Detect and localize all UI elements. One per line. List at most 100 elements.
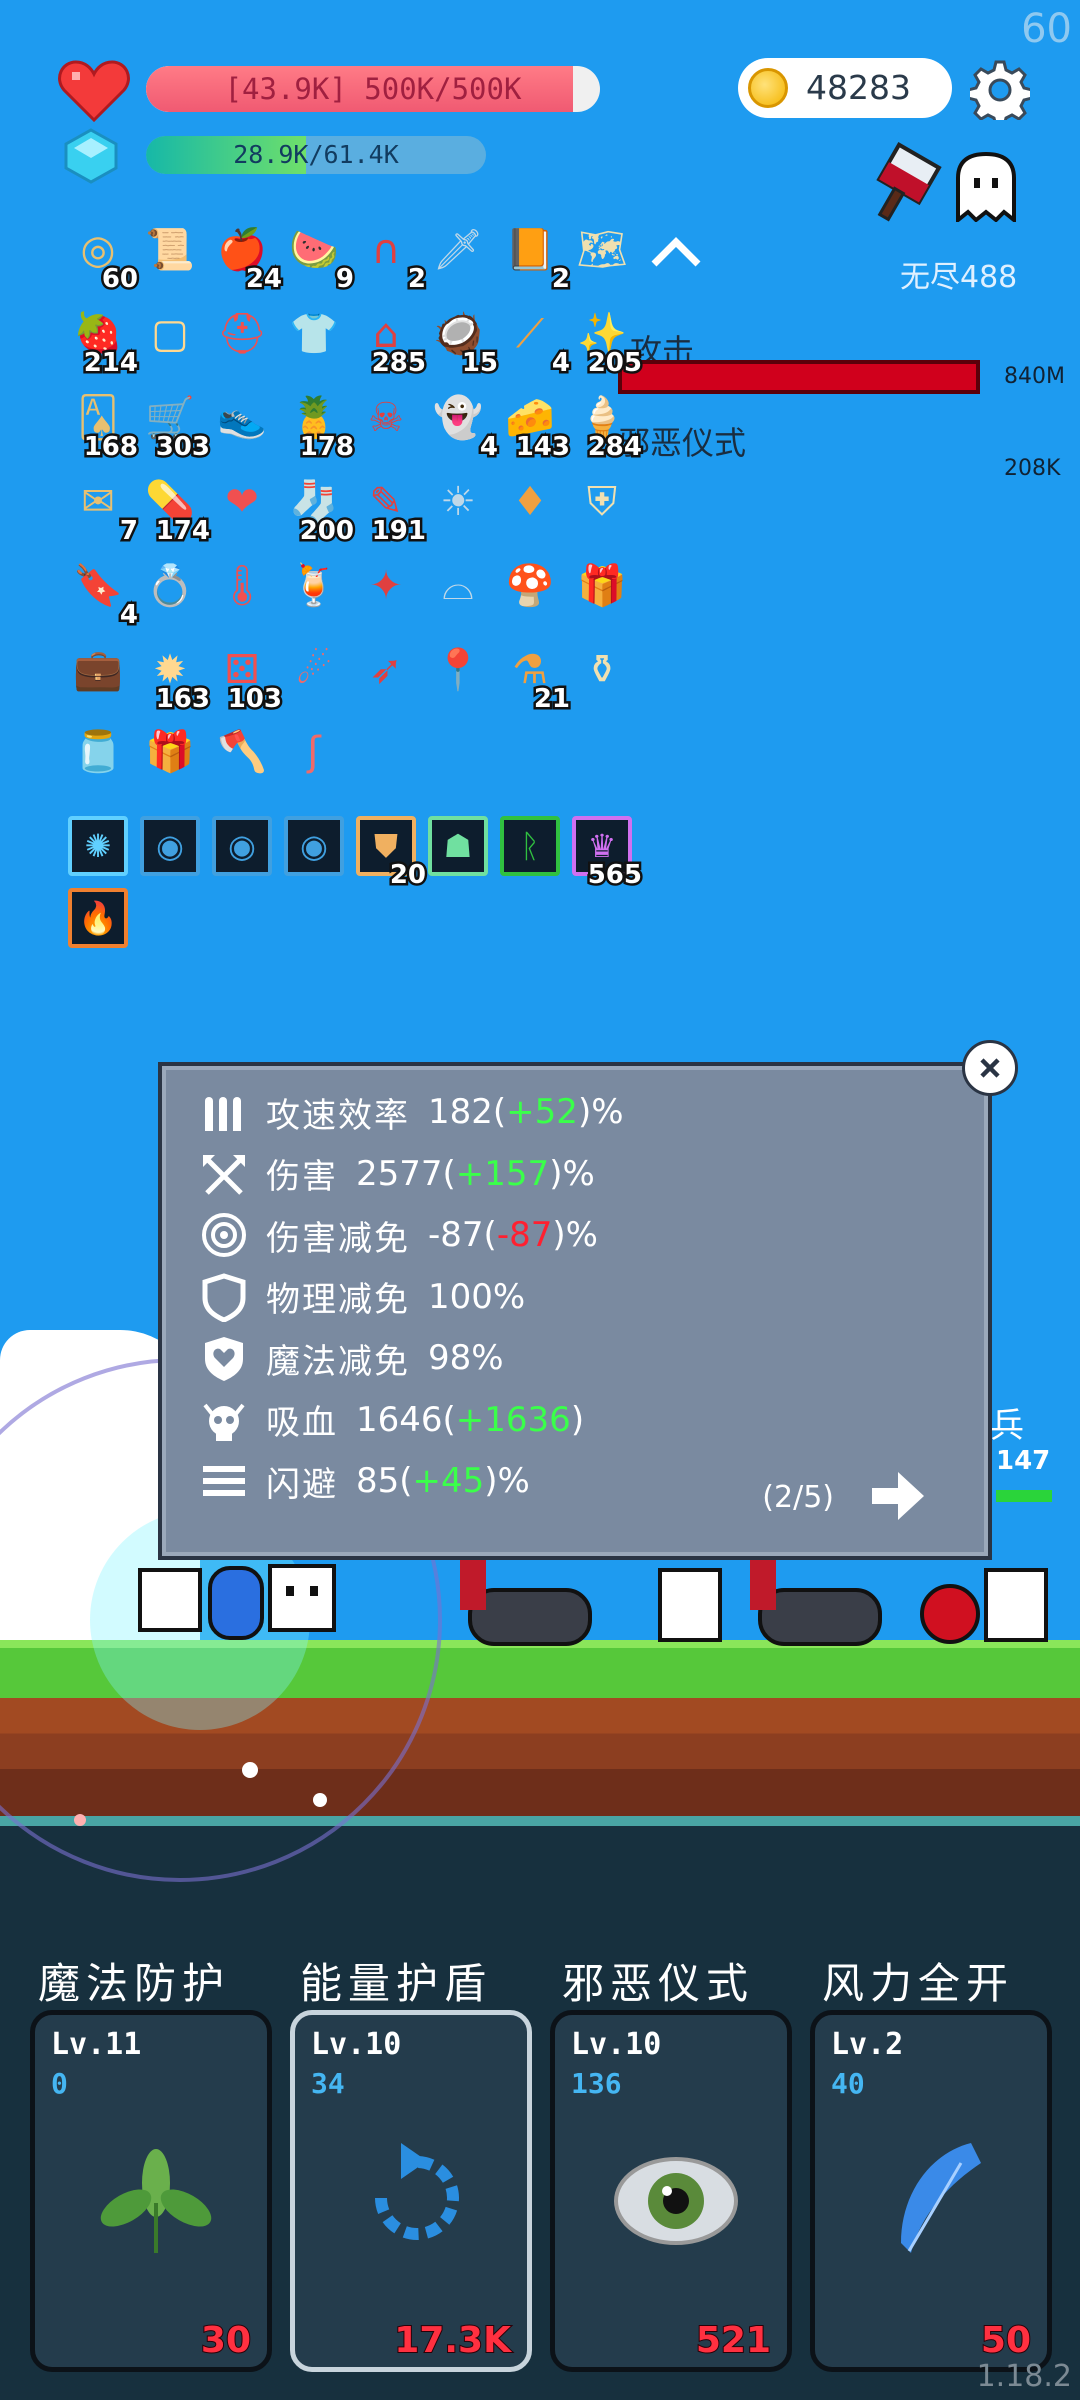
buff-slot[interactable]: ⛊ 20 (352, 812, 429, 893)
light-buff-icon: ✺ (68, 816, 128, 876)
inventory-item[interactable]: 🎁 (136, 718, 204, 786)
cleaver-weapon-icon[interactable] (862, 142, 944, 226)
thermometer-icon: 🌡 (216, 563, 268, 609)
inventory-item[interactable]: 🍓 214 (64, 300, 140, 381)
close-panel-icon[interactable] (962, 1040, 1018, 1096)
buff-slot[interactable]: ᚱ (496, 812, 564, 880)
player-heroes (138, 1564, 336, 1640)
jam-jar-icon: 🫙 (73, 729, 123, 775)
buff-slot[interactable]: ◉ (136, 812, 204, 880)
inventory-item[interactable]: 🍎 24 (208, 216, 284, 297)
skill-cost: 0 (51, 2067, 68, 2100)
treasure-map-icon: 🗺 (576, 227, 628, 273)
inventory-item[interactable]: 🔖 4 (64, 552, 140, 633)
inventory-item[interactable]: 👕 (280, 300, 348, 368)
endless-wave-label: 无尽488 (900, 260, 1018, 295)
skill-card[interactable]: Lv.10 34 17.3K (290, 2010, 532, 2372)
buff-slot[interactable]: ◉ (208, 812, 276, 880)
buff-slot[interactable]: ◉ (280, 812, 348, 880)
location-pin-icon: 📍 (433, 647, 483, 693)
inventory-item[interactable]: ☀ (424, 468, 492, 536)
inventory-item[interactable]: ✉ 7 (64, 468, 140, 549)
inventory-item[interactable]: ⚱ (568, 636, 636, 704)
inventory-item[interactable]: 🗡 (424, 216, 492, 284)
buff-slot[interactable]: 🔥 (64, 884, 132, 952)
boss-health-bar (618, 360, 980, 394)
inventory-item[interactable]: 🫙 (64, 718, 132, 786)
inventory-item[interactable]: ⟋ 4 (496, 300, 573, 381)
eye-icon (614, 2157, 738, 2245)
inventory-item[interactable]: ⌓ (424, 552, 492, 620)
inventory-item[interactable]: 💍 (136, 552, 204, 620)
inventory-item[interactable]: 📍 (424, 636, 492, 704)
inventory-item[interactable]: ∩ 2 (352, 216, 428, 297)
inventory-item[interactable]: ✎ 191 (352, 468, 428, 549)
inventory-item[interactable]: 🧀 143 (496, 384, 572, 465)
present-icon: 🎁 (145, 729, 195, 775)
inventory-item[interactable]: 🌡 (208, 552, 276, 620)
stat-row: 伤害 2577(+157)% (198, 1146, 595, 1202)
inventory-item[interactable]: 🥥 15 (424, 300, 500, 381)
inventory-item[interactable]: 🍍 178 (280, 384, 356, 465)
inventory-item[interactable]: 🗺 (568, 216, 636, 284)
buff-slot[interactable]: ☗ (424, 812, 492, 880)
inventory-item[interactable]: 💼 (64, 636, 132, 704)
inventory-item[interactable]: 🍉 9 (280, 216, 356, 297)
inventory-item[interactable]: 👻 4 (424, 384, 500, 465)
inventory-item[interactable]: ✹ 163 (136, 636, 212, 717)
mana-gem-icon (64, 128, 118, 184)
inventory-item[interactable]: ➶ (352, 636, 420, 704)
mushroom-icon: 🍄 (505, 563, 555, 609)
inventory-item[interactable]: 🪓 (208, 718, 276, 786)
item-count: 15 (459, 346, 500, 381)
inventory-item[interactable]: 🍹 (280, 552, 348, 620)
inventory-item[interactable]: 📙 2 (496, 216, 572, 297)
inventory-item[interactable]: 🧦 200 (280, 468, 356, 549)
inventory-item[interactable]: 🍄 (496, 552, 564, 620)
inventory-item[interactable]: ʃ (280, 718, 348, 786)
skill-cost: 136 (571, 2067, 622, 2100)
inventory-item[interactable]: 👟 (208, 384, 276, 452)
inventory-item[interactable]: 🎁 (568, 552, 636, 620)
inventory-item[interactable]: ⌂ 285 (352, 300, 428, 381)
inventory-item[interactable]: ♦ (496, 468, 564, 536)
stat-label: 闪避 (266, 1464, 338, 1505)
inventory-item[interactable]: 🛒 303 (136, 384, 212, 465)
inventory-item[interactable]: 🍦 284 (568, 384, 644, 465)
skill-card[interactable]: Lv.2 40 50 (810, 2010, 1052, 2372)
mana-text: 28.9K/61.4K (233, 140, 399, 169)
inventory-item[interactable]: ▢ (136, 300, 204, 368)
inventory-item[interactable]: ⛑ (208, 300, 276, 368)
inventory-item[interactable]: ⚄ 103 (208, 636, 285, 717)
inventory-item[interactable]: ⛨ (568, 468, 636, 536)
skill-name: 能量护盾 (300, 1959, 493, 2008)
next-page-arrow-icon[interactable] (868, 1468, 928, 1524)
inventory-item[interactable]: 💊 174 (136, 468, 212, 549)
collapse-caret-icon[interactable] (648, 232, 704, 272)
skill-card[interactable]: Lv.10 136 521 (550, 2010, 792, 2372)
inventory-item[interactable]: ☠ (352, 384, 420, 452)
inventory-item[interactable]: 🂡 168 (64, 384, 141, 465)
buff-slot[interactable]: ♛ 565 (568, 812, 645, 893)
item-count: 285 (369, 346, 428, 381)
inventory-item[interactable]: ◎ 60 (64, 216, 141, 297)
inventory-item[interactable]: 📜 (136, 216, 204, 284)
skill-cost: 40 (831, 2067, 865, 2100)
leaf-icon (100, 2149, 212, 2253)
coin-counter[interactable]: 48283 (738, 58, 952, 118)
fps-counter: 60 (1021, 6, 1072, 52)
inventory-item[interactable]: ✦ (352, 552, 420, 620)
ghost-pet-icon[interactable] (950, 150, 1022, 222)
skill-card[interactable]: Lv.11 0 30 (30, 2010, 272, 2372)
stat-row: 闪避 85(+45)% (198, 1453, 530, 1509)
inventory-item[interactable]: ⚗ 21 (496, 636, 572, 717)
coin-icon (748, 68, 788, 108)
settings-gear-icon[interactable] (970, 60, 1030, 120)
stat-label: 魔法减免 (266, 1341, 410, 1382)
inventory-item[interactable]: ❤ (208, 468, 276, 536)
scroll-icon: 📜 (145, 227, 195, 273)
buff-slot[interactable]: ✺ (64, 812, 132, 880)
item-count: 163 (153, 682, 212, 717)
inventory-item[interactable]: ☄ (280, 636, 348, 704)
inventory-item[interactable]: ✨ 205 (568, 300, 644, 381)
